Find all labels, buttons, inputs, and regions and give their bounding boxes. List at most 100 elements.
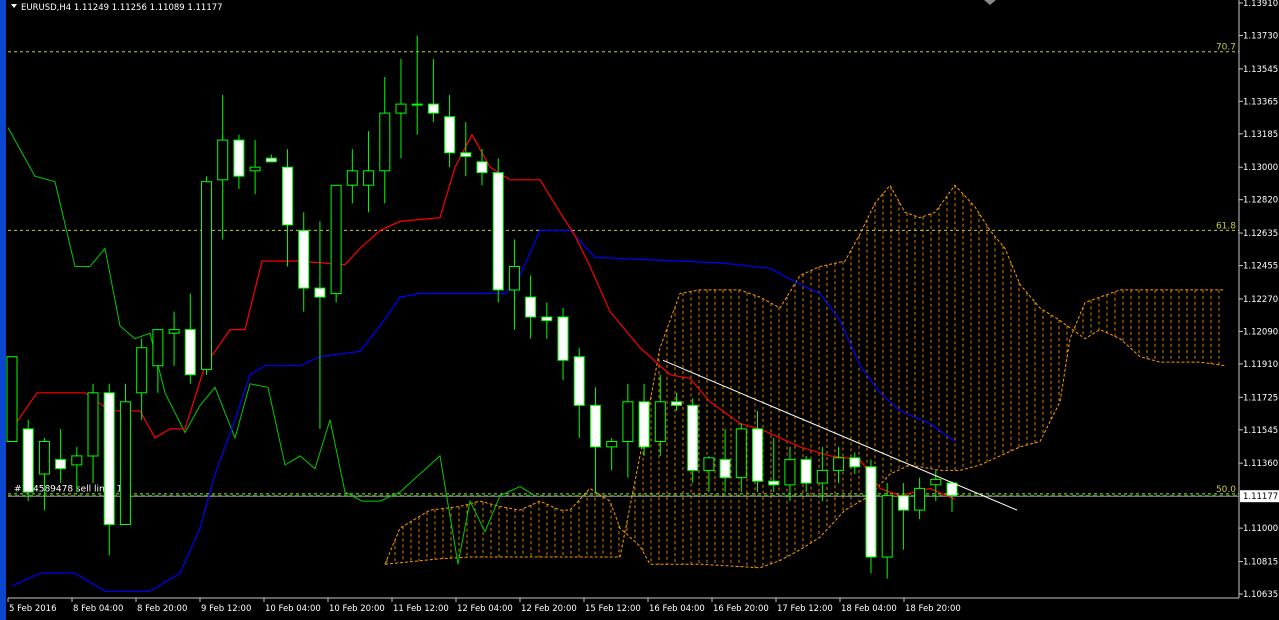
candle[interactable] [119,383,131,525]
candle-body [330,184,342,295]
candle-body [38,441,50,475]
time-tick-label: 18 Feb 04:00 [841,604,897,614]
candle[interactable] [136,338,148,420]
candle[interactable] [492,158,504,303]
symbol-menu-triangle-icon[interactable] [11,4,17,8]
candle-body [930,478,942,486]
chart-shift-marker-icon[interactable] [984,0,996,5]
candle-body [168,329,180,334]
candle[interactable] [265,154,277,163]
candle[interactable] [687,398,699,484]
candle[interactable] [444,95,456,168]
candle[interactable] [460,122,472,177]
candle-body [184,329,196,376]
kijun-sen-line [11,229,956,592]
time-tick-label: 16 Feb 04:00 [649,604,705,614]
candle-body [573,356,585,406]
trendline[interactable] [662,359,1018,511]
candle[interactable] [622,383,634,478]
candle[interactable] [298,212,310,312]
time-tick-label: 10 Feb 04:00 [265,604,321,614]
candle[interactable] [314,221,326,429]
price-tick-label: 1.13730 [1243,31,1278,41]
candle[interactable] [233,134,245,189]
candle[interactable] [881,483,893,579]
candle-body [136,347,148,394]
price-tick-label: 1.12455 [1243,262,1278,272]
candle[interactable] [6,356,18,443]
candle[interactable] [411,35,423,135]
price-tick-label: 1.12090 [1243,327,1278,337]
candle[interactable] [671,392,682,411]
candle[interactable] [22,419,34,502]
candle-body [638,401,650,448]
candle[interactable] [249,140,261,195]
candle[interactable] [784,446,796,502]
candle[interactable] [282,149,293,267]
candle[interactable] [606,437,618,471]
candle-body [654,401,666,442]
candle[interactable] [217,95,229,240]
candle[interactable] [330,184,342,303]
candle-body [849,457,861,468]
candle[interactable] [346,149,358,204]
candle[interactable] [168,311,180,366]
candle[interactable] [914,477,926,520]
price-tick-label: 1.13910 [1243,0,1278,9]
candle-body [22,428,34,493]
candle-body [897,495,909,511]
candle[interactable] [833,446,845,484]
time-tick-label: 16 Feb 20:00 [713,604,769,614]
candle[interactable] [508,239,520,330]
candle[interactable] [541,302,553,339]
chikou-span-line [7,127,536,565]
candle[interactable] [379,76,391,204]
candle[interactable] [654,374,666,456]
candle[interactable] [525,275,537,339]
time-tick-label: 18 Feb 20:00 [905,604,961,614]
time-tick-label: 12 Feb 20:00 [521,604,577,614]
candle-body [816,469,828,484]
time-tick-label: 11 Feb 12:00 [393,604,449,614]
candle-body [395,103,407,114]
price-tick-label: 1.11725 [1243,393,1278,403]
candle-body [265,157,277,163]
candle-body [833,457,845,471]
candle[interactable] [103,383,115,556]
candle[interactable] [638,383,650,456]
candle[interactable] [427,58,439,123]
candle[interactable] [573,347,585,438]
candle-body [622,401,634,442]
candle-body [735,428,747,479]
price-tick-label: 1.13545 [1243,65,1278,75]
candle[interactable] [55,428,67,484]
candle-body [557,316,569,361]
candle[interactable] [87,383,99,484]
candle-body [103,392,115,525]
candle[interactable] [557,307,569,381]
candle-body [119,401,131,525]
candle-body [541,316,553,322]
candle[interactable] [768,437,780,493]
candle-body [217,139,229,181]
candle[interactable] [752,410,763,493]
candle-body [460,152,472,157]
candle[interactable] [363,131,375,213]
candle[interactable] [476,149,488,186]
candle[interactable] [865,459,877,574]
candle[interactable] [589,387,601,493]
candle-body [233,139,245,177]
candle-body [508,266,520,291]
candle[interactable] [897,483,909,550]
candle[interactable] [703,455,715,493]
candle-body [87,392,99,457]
candle[interactable] [201,176,212,375]
candle-body [314,287,326,298]
candle[interactable] [735,423,747,493]
candle[interactable] [152,329,164,393]
price-chart[interactable]: 70.761.850.0#154589478 sell limit 1.31.1… [0,0,1279,620]
candle[interactable] [184,293,196,384]
candle[interactable] [395,58,407,159]
candle[interactable] [38,437,50,511]
candle[interactable] [719,428,731,493]
